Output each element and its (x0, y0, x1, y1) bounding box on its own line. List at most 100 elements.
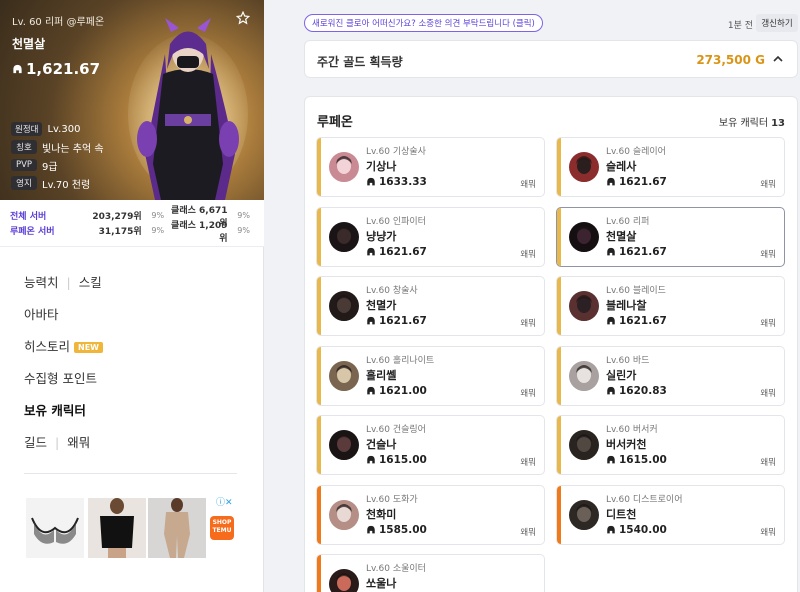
helmet-icon (367, 316, 375, 325)
menu-row-ability: 능력치 | 스킬 (24, 272, 102, 291)
character-card[interactable]: Lv.60 슬레이어 슬레사 1621.67 왜뭐 (556, 137, 785, 197)
character-item-level: 1615.00 (366, 454, 427, 466)
ad-image-lingerie[interactable] (26, 498, 84, 558)
character-avatar (569, 430, 599, 460)
feedback-notice[interactable]: 새로워진 클로아 어떠신가요? 소중한 의견 부탁드립니다 (클릭) (304, 14, 543, 32)
stat-value: 빛나는 추억 속 (42, 143, 104, 155)
character-card[interactable]: Lv.60 블레이드 블레나찰 1621.67 왜뭐 (556, 276, 785, 336)
character-class-level: Lv.60 건슬링어 (366, 425, 426, 435)
character-card-accent (557, 138, 561, 196)
menu-guild[interactable]: 길드 (24, 435, 47, 450)
character-item-level: 1621.67 (366, 315, 427, 327)
character-avatar (569, 152, 599, 182)
character-hero: Lv. 60 리퍼 @루페온 천멸살 1,621.67 원정대 Lv.300 칭… (0, 0, 264, 200)
rank-value: 31,175위 (98, 227, 142, 237)
top-bar: 새로워진 클로아 어떠신가요? 소중한 의견 부탁드립니다 (클릭) 1분 전 … (304, 14, 798, 34)
feedback-notice-text: 새로워진 클로아 어떠신가요? 소중한 의견 부탁드립니다 (클릭) (312, 19, 535, 29)
helmet-icon (367, 177, 375, 186)
character-class-level: Lv.60 바드 (606, 355, 650, 366)
favorite-star-icon[interactable] (236, 11, 250, 25)
character-class-level: Lv.60 기상술사 (366, 147, 426, 157)
ad-image-jumpsuit[interactable] (148, 498, 206, 558)
stat-row-pvp: PVP 9급 (11, 156, 104, 174)
character-card[interactable]: Lv.60 소울이터 쏘울나 (316, 554, 545, 592)
character-guild: 왜뭐 (520, 319, 536, 329)
character-avatar (329, 221, 359, 252)
stat-value: 9급 (42, 161, 58, 173)
character-card[interactable]: Lv.60 창술사 천멸가 1621.67 왜뭐 (316, 276, 545, 336)
character-card[interactable]: Lv.60 기상술사 기상나 1633.33 왜뭐 (316, 137, 545, 197)
character-card[interactable]: Lv.60 건슬링어 건슬나 1615.00 왜뭐 (316, 415, 545, 475)
ranking-row-server: 루페온 서버 31,175위 9% 클래스 1,209위 9% (10, 221, 250, 244)
character-item-level-value: 1621.00 (379, 384, 427, 397)
character-item-level-value: 1621.67 (379, 315, 427, 327)
weekly-gold-card[interactable]: 주간 골드 획득량 273,500 G (304, 40, 798, 78)
character-guild: 왜뭐 (520, 388, 536, 399)
character-card-accent (317, 346, 321, 405)
character-item-level: 1620.83 (606, 385, 667, 397)
character-class-level: Lv.60 소울이터 (366, 564, 426, 574)
refresh-button[interactable]: 갱신하기 (756, 14, 798, 32)
ad-close-icon[interactable]: ⓘ✕ (216, 495, 233, 508)
helmet-icon (607, 525, 615, 533)
rank-label: 전체 서버 (10, 212, 47, 222)
weekly-gold-label: 주간 골드 획득량 (317, 55, 403, 69)
character-stats: 원정대 Lv.300 칭호 빛나는 추억 속 PVP 9급 영지 Lv.70 천… (11, 120, 104, 192)
character-card[interactable]: Lv.60 홀리나이트 홀리쎌 1621.00 왜뭐 (316, 345, 545, 406)
ad-image-top[interactable] (88, 498, 146, 558)
class-rank-percent: 9% (237, 211, 250, 220)
character-subtitle: Lv. 60 리퍼 @루페온 (12, 17, 105, 28)
character-guild: 왜뭐 (760, 458, 776, 468)
menu-collectible[interactable]: 수집형 포인트 (24, 368, 97, 387)
helmet-icon (607, 386, 615, 394)
character-card-accent (557, 277, 561, 335)
helmet-icon (367, 386, 375, 394)
stat-key: 영지 (11, 176, 37, 190)
character-card-accent (317, 555, 321, 592)
character-card[interactable]: Lv.60 버서커 버서커천 1615.00 왜뭐 (556, 415, 785, 475)
last-refresh-time: 1분 전 (727, 21, 753, 31)
roster-count: 보유 캐릭터 13 (719, 114, 785, 129)
character-class-level: Lv.60 디스트로이어 (606, 494, 683, 505)
stat-row-expedition: 원정대 Lv.300 (11, 120, 104, 138)
character-name: 냥냥가 (366, 229, 397, 243)
character-card[interactable]: Lv.60 리퍼 천멸살 1621.67 왜뭐 (556, 206, 785, 267)
character-card-accent (557, 485, 561, 544)
character-item-level: 1621.67 (366, 246, 427, 258)
character-item-level: 1621.67 (606, 246, 667, 258)
menu-history[interactable]: 히스토리 (24, 339, 70, 354)
menu-skill[interactable]: 스킬 (79, 275, 102, 290)
character-name: 천멸가 (366, 299, 397, 312)
character-name: 천화미 (366, 507, 397, 521)
character-guild: 왜뭐 (760, 388, 776, 399)
character-card-accent (557, 416, 561, 474)
character-card-accent (317, 416, 321, 474)
character-avatar (329, 152, 359, 182)
character-guild: 왜뭐 (520, 180, 536, 190)
character-card-accent (317, 207, 321, 266)
character-card-accent (317, 485, 321, 544)
rank-value: 203,279위 (92, 212, 142, 222)
chevron-up-icon[interactable] (771, 52, 785, 66)
stat-value: Lv.300 (47, 123, 81, 135)
stat-key: 칭호 (11, 140, 37, 154)
character-guild: 왜뭐 (760, 249, 776, 260)
menu-row-history: 히스토리 NEW (24, 336, 103, 355)
character-card[interactable]: Lv.60 인파이터 냥냥가 1621.67 왜뭐 (316, 206, 545, 267)
advertisement[interactable]: SHOP TEMU ⓘ✕ (24, 494, 237, 562)
character-item-level-value: 1615.00 (619, 454, 667, 466)
menu-roster[interactable]: 보유 캐릭터 (24, 400, 86, 419)
menu-guild-name[interactable]: 왜뭐 (67, 435, 90, 450)
character-card[interactable]: Lv.60 도화가 천화미 1585.00 왜뭐 (316, 484, 545, 545)
character-card[interactable]: Lv.60 디스트로이어 디트천 1540.00 왜뭐 (556, 484, 785, 545)
character-class-level: Lv.60 슬레이어 (606, 147, 666, 157)
menu-ability[interactable]: 능력치 (24, 275, 59, 290)
roster-server-title: 루페온 (317, 115, 353, 130)
temu-logo[interactable]: SHOP TEMU (210, 516, 234, 540)
character-card[interactable]: Lv.60 바드 실린가 1620.83 왜뭐 (556, 345, 785, 406)
menu-avatar[interactable]: 아바타 (24, 304, 59, 323)
rank-label: 루페온 서버 (10, 227, 55, 237)
stat-row-title: 칭호 빛나는 추억 속 (11, 138, 104, 156)
character-guild: 왜뭐 (520, 527, 536, 538)
roster-count-value: 13 (771, 118, 785, 129)
